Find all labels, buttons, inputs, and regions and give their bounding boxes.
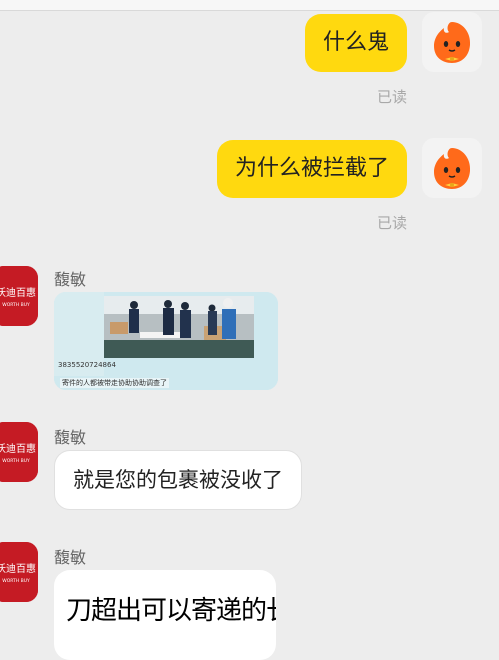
read-status: 已读: [376, 88, 407, 106]
message-text: 就是您的包裹被没收了: [73, 468, 283, 492]
logo-text: 沃迪百惠: [0, 562, 36, 575]
sticker-text: 刀超出可以寄递的长度了: [66, 596, 276, 626]
shop-logo-icon: 沃迪百惠 WORTH BUY: [0, 422, 38, 482]
contact-avatar[interactable]: 沃迪百惠 WORTH BUY: [0, 422, 38, 482]
top-bar-edge: [0, 0, 499, 11]
outgoing-message-bubble[interactable]: 什么鬼: [304, 14, 407, 72]
image-tracking-number: 3835520724864: [58, 361, 116, 369]
my-avatar[interactable]: [422, 12, 482, 72]
my-avatar[interactable]: [422, 138, 482, 198]
message-text: 为什么被拦截了: [234, 156, 389, 181]
shop-logo-icon: 沃迪百惠 WORTH BUY: [0, 266, 38, 326]
logo-subtext: WORTH BUY: [2, 458, 30, 464]
logo-text: 沃迪百惠: [0, 286, 36, 299]
contact-avatar[interactable]: 沃迪百惠 WORTH BUY: [0, 266, 38, 326]
logo-subtext: WORTH BUY: [2, 302, 30, 308]
incoming-message-bubble[interactable]: 就是您的包裹被没收了: [54, 450, 302, 510]
photo-thumbnail: [54, 292, 278, 390]
image-message[interactable]: 3835520724864 寄件的人都被带走协助协助调查了: [54, 292, 278, 390]
contact-avatar[interactable]: 沃迪百惠 WORTH BUY: [0, 542, 38, 602]
logo-text: 沃迪百惠: [0, 442, 36, 455]
image-caption: 寄件的人都被带走协助协助调查了: [60, 378, 169, 388]
sender-name: 馥敏: [54, 270, 87, 289]
logo-subtext: WORTH BUY: [2, 578, 30, 584]
message-text: 什么鬼: [322, 30, 389, 55]
shop-logo-icon: 沃迪百惠 WORTH BUY: [0, 542, 38, 602]
sender-name: 馥敏: [54, 428, 87, 447]
read-status: 已读: [376, 214, 407, 232]
orange-mascot-icon: [434, 22, 471, 63]
sticker-message[interactable]: 刀超出可以寄递的长度了: [54, 570, 276, 660]
sender-name: 馥敏: [54, 548, 87, 567]
orange-mascot-icon: [434, 148, 471, 189]
outgoing-message-bubble[interactable]: 为什么被拦截了: [216, 140, 407, 198]
